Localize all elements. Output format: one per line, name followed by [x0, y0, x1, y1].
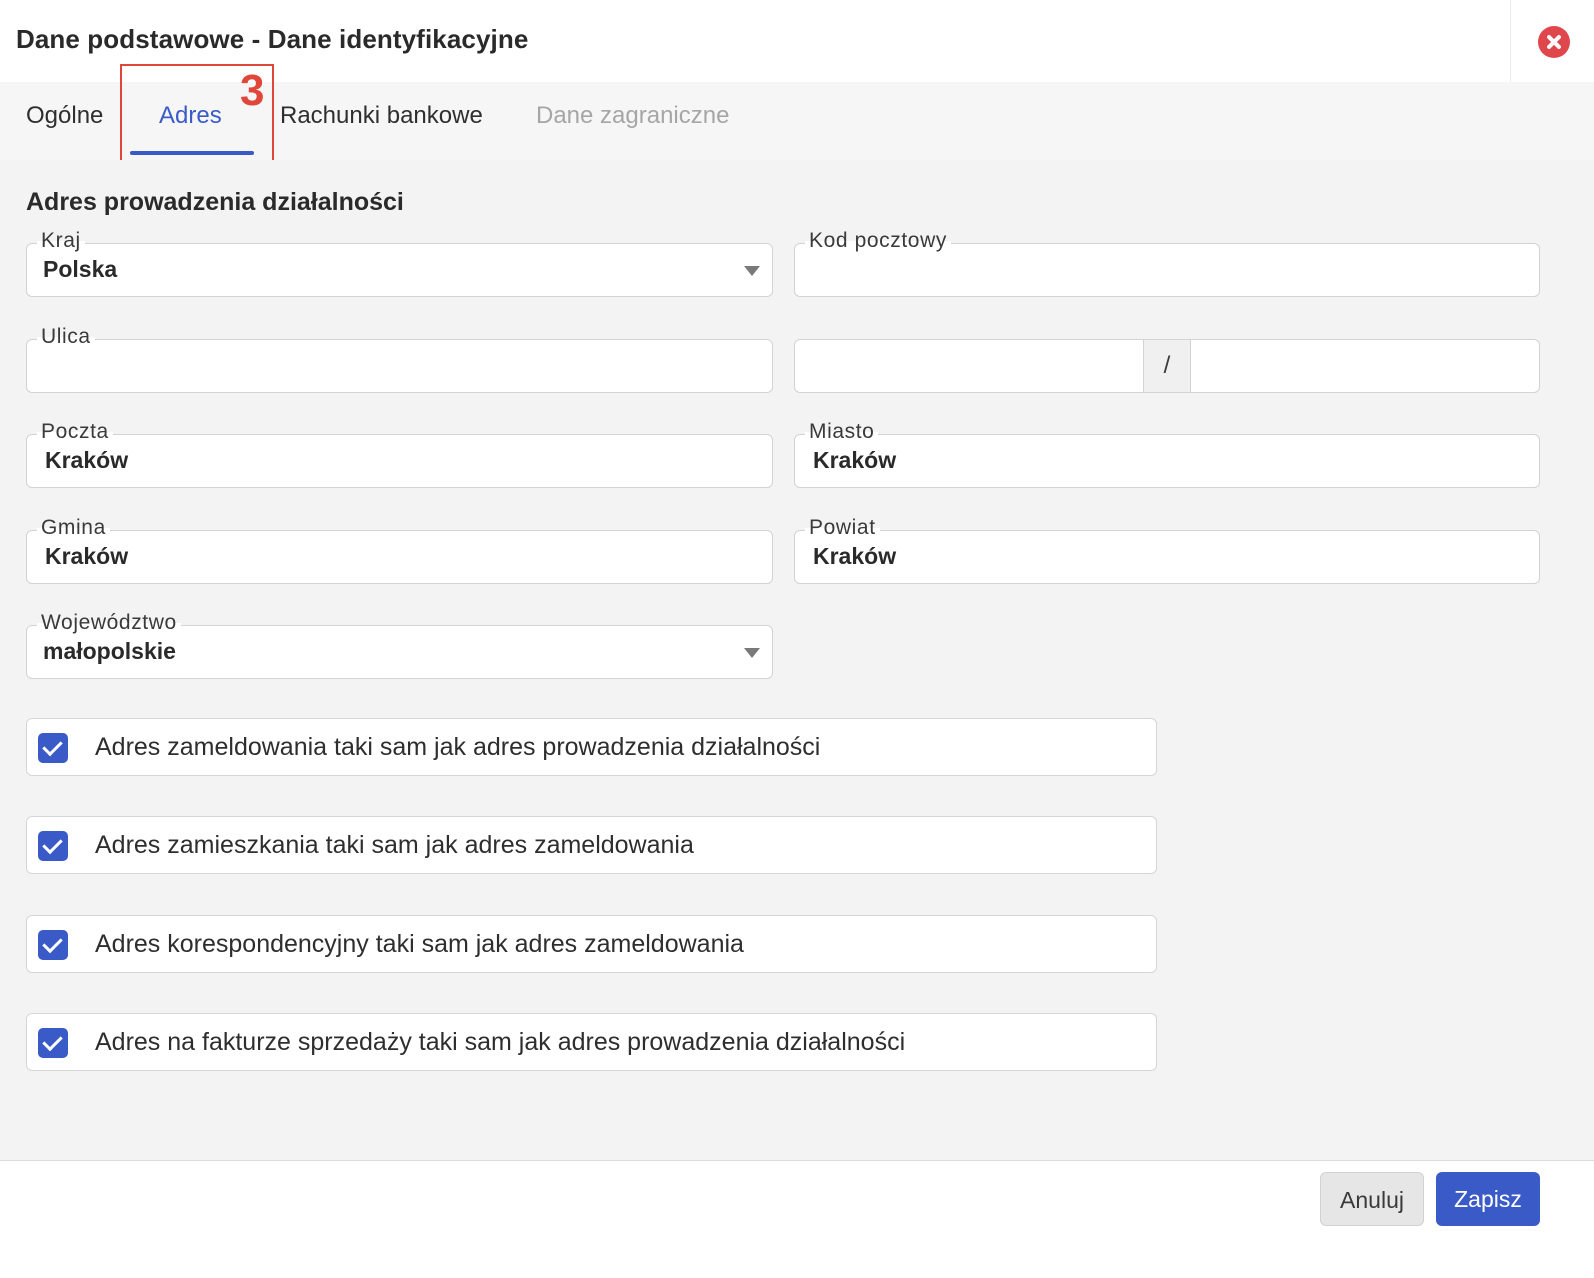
wojewodztwo-label: Województwo [37, 610, 181, 636]
gmina-value: Kraków [45, 543, 129, 569]
checkbox-row-faktura[interactable]: Adres na fakturze sprzedaży taki sam jak… [26, 1013, 1157, 1071]
checkbox-row-zamieszkania[interactable]: Adres zamieszkania taki sam jak adres za… [26, 816, 1157, 874]
apartment-number-input[interactable] [1191, 340, 1539, 392]
miasto-label: Miasto [805, 419, 879, 445]
kod-pocztowy-label: Kod pocztowy [805, 228, 951, 254]
section-title: Adres prowadzenia działalności [26, 188, 404, 216]
miasto-field[interactable]: Miasto Kraków [794, 419, 1540, 488]
checkbox-checked-icon[interactable] [38, 1028, 68, 1058]
tab-ogolne[interactable]: Ogólne [26, 102, 103, 130]
chevron-down-icon[interactable] [744, 266, 760, 276]
kod-pocztowy-field[interactable]: Kod pocztowy [794, 228, 1540, 297]
checkbox-label: Adres zamieszkania taki sam jak adres za… [95, 831, 694, 859]
checkbox-checked-icon[interactable] [38, 733, 68, 763]
ulica-label: Ulica [37, 324, 95, 350]
close-icon[interactable] [1538, 26, 1570, 58]
poczta-label: Poczta [37, 419, 113, 445]
tab-rachunki-bankowe[interactable]: Rachunki bankowe [280, 102, 483, 130]
form-content: Adres prowadzenia działalności Kraj Pols… [0, 160, 1594, 1161]
checkbox-row-korespondencyjny[interactable]: Adres korespondencyjny taki sam jak adre… [26, 915, 1157, 973]
powiat-value: Kraków [813, 543, 897, 569]
checkbox-label: Adres na fakturze sprzedaży taki sam jak… [95, 1028, 906, 1056]
poczta-value: Kraków [45, 447, 129, 473]
powiat-label: Powiat [805, 515, 880, 541]
checkbox-checked-icon[interactable] [38, 930, 68, 960]
cancel-button[interactable]: Anuluj [1320, 1172, 1424, 1226]
chevron-down-icon[interactable] [744, 648, 760, 658]
tab-dane-zagraniczne: Dane zagraniczne [536, 102, 730, 129]
checkbox-label: Adres korespondencyjny taki sam jak adre… [95, 930, 744, 958]
annotation-number: 3 [240, 66, 265, 115]
gmina-field[interactable]: Gmina Kraków [26, 515, 773, 584]
number-separator: / [1143, 340, 1191, 392]
kraj-label: Kraj [37, 228, 85, 254]
house-number-input[interactable] [795, 340, 1143, 392]
wojewodztwo-value: małopolskie [43, 638, 176, 664]
save-button[interactable]: Zapisz [1436, 1172, 1540, 1226]
checkbox-row-zameldowania[interactable]: Adres zameldowania taki sam jak adres pr… [26, 718, 1157, 776]
checkbox-label: Adres zameldowania taki sam jak adres pr… [95, 733, 821, 761]
poczta-field[interactable]: Poczta Kraków [26, 419, 773, 488]
kraj-value: Polska [43, 256, 118, 282]
miasto-value: Kraków [813, 447, 897, 473]
dialog-title: Dane podstawowe - Dane identyfikacyjne [16, 24, 529, 54]
kraj-select[interactable]: Kraj Polska [26, 228, 773, 297]
powiat-field[interactable]: Powiat Kraków [794, 515, 1540, 584]
gmina-label: Gmina [37, 515, 110, 541]
house-number-group: / [794, 339, 1540, 393]
wojewodztwo-select[interactable]: Województwo małopolskie [26, 610, 773, 679]
checkbox-checked-icon[interactable] [38, 831, 68, 861]
ulica-field[interactable]: Ulica [26, 324, 773, 393]
